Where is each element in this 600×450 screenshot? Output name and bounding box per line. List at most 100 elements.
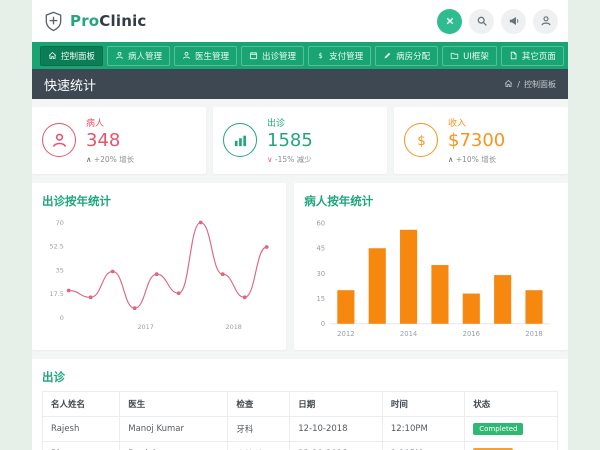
svg-text:45: 45 [317, 244, 326, 252]
stat-label: 出诊 [267, 116, 313, 129]
stat-card-0: 病人 348 ∧ +20% 增长 [32, 107, 206, 174]
svg-text:70: 70 [56, 219, 64, 227]
nav-item-4[interactable]: $ 支付管理 [308, 46, 371, 66]
fullscreen-toggle-button[interactable] [437, 9, 462, 34]
svg-text:35: 35 [56, 266, 64, 274]
line-chart: 017.53552.57020172018 [42, 213, 276, 333]
svg-text:2016: 2016 [463, 330, 480, 338]
nav-item-7[interactable]: 其它页面 [501, 46, 564, 66]
bar-chart-panel: 病人按年统计 0153045602012201420162018 [294, 183, 568, 350]
page-title-bar: 快速统计 / 控制面板 [32, 69, 568, 99]
table-cell: Riya [43, 441, 120, 450]
breadcrumb-current[interactable]: 控制面板 [524, 79, 556, 90]
brand-clinic: Clinic [99, 12, 146, 30]
dollar-circle-icon: $ [404, 123, 438, 157]
megaphone-icon [508, 15, 520, 27]
bar-chart-title: 病人按年统计 [304, 193, 558, 209]
nav-item-6[interactable]: UI框架 [442, 46, 497, 66]
trend-up-icon: ∧ [86, 155, 94, 164]
svg-text:2014: 2014 [400, 330, 417, 338]
table-cell: 12-10-2018 [290, 416, 383, 441]
nav-item-label: 病房分配 [396, 50, 430, 62]
home-icon[interactable] [504, 79, 513, 90]
search-icon [476, 15, 488, 27]
search-button[interactable] [469, 9, 494, 34]
stat-value: 348 [86, 131, 134, 151]
trend-text: +20% 增长 [94, 155, 134, 164]
app-container: ProClinic 控制面板 病人管理 医生管理 出诊管理 $ 支付管理 病房分配 UI框架 其… [32, 0, 568, 450]
person-icon [182, 51, 191, 60]
visits-table-panel: 出诊 名人姓名医生检查日期时间状态RajeshManoj Kumar牙科12-1… [32, 359, 568, 450]
nav-item-2[interactable]: 医生管理 [174, 46, 237, 66]
svg-text:15: 15 [317, 295, 326, 303]
line-chart-title: 出诊按年统计 [42, 193, 276, 209]
trend-down-icon: ∨ [267, 155, 275, 164]
nav-item-0[interactable]: 控制面板 [40, 46, 103, 66]
table-row: RajeshManoj Kumar牙科12-10-201812:10PMComp… [43, 416, 558, 441]
calendar-icon [249, 51, 258, 60]
nav-item-label: 控制面板 [61, 50, 95, 62]
svg-text:$: $ [417, 134, 426, 149]
line-chart-panel: 出诊按年统计 017.53552.57020172018 [32, 183, 286, 350]
svg-text:2012: 2012 [337, 330, 354, 338]
table-title: 出诊 [42, 369, 558, 385]
table-cell-status: Completed [465, 416, 558, 441]
column-header: 状态 [465, 391, 558, 416]
trend-text: -15% 减少 [275, 155, 312, 164]
brand-name: ProClinic [70, 12, 147, 30]
nav-item-3[interactable]: 出诊管理 [241, 46, 304, 66]
home-icon [48, 51, 57, 60]
expand-icon [444, 15, 456, 27]
table-cell: Daniel [120, 441, 228, 450]
nav-item-label: 其它页面 [522, 50, 556, 62]
stat-card-1: 出诊 1585 ∨ -15% 减少 [213, 107, 387, 174]
nav-item-label: 支付管理 [329, 50, 363, 62]
app-header: ProClinic [32, 0, 568, 42]
stat-label: 病人 [86, 116, 134, 129]
brand-pro: Pro [70, 12, 99, 30]
column-header: 名人姓名 [43, 391, 120, 416]
table-cell: 皮肤科 [228, 441, 290, 450]
table-header-row: 名人姓名医生检查日期时间状态 [43, 391, 558, 416]
column-header: 医生 [120, 391, 228, 416]
user-icon [540, 15, 552, 27]
logo[interactable]: ProClinic [42, 10, 147, 33]
svg-text:30: 30 [317, 270, 326, 278]
stat-trend: ∧ +20% 增长 [86, 154, 134, 165]
nav-item-label: 出诊管理 [262, 50, 296, 62]
bars-circle-icon [223, 123, 257, 157]
announcements-button[interactable] [501, 9, 526, 34]
svg-text:2017: 2017 [137, 323, 153, 331]
profile-button[interactable] [533, 9, 558, 34]
nav-item-5[interactable]: 病房分配 [375, 46, 438, 66]
svg-text:2018: 2018 [225, 323, 241, 331]
breadcrumb-separator: / [517, 80, 520, 89]
svg-text:$: $ [318, 51, 323, 60]
table-cell: 牙科 [228, 416, 290, 441]
nav-item-1[interactable]: 病人管理 [107, 46, 170, 66]
pencil-icon [383, 51, 392, 60]
table-cell: 1:10PM [382, 441, 464, 450]
svg-text:0: 0 [60, 314, 64, 322]
page-title: 快速统计 [44, 75, 96, 94]
breadcrumb: / 控制面板 [504, 79, 556, 90]
nav-item-label: 病人管理 [128, 50, 162, 62]
charts-row: 出诊按年统计 017.53552.57020172018 病人按年统计 0153… [32, 183, 568, 350]
person-icon [115, 51, 124, 60]
table-cell-status: Pending [465, 441, 558, 450]
main-nav: 控制面板 病人管理 医生管理 出诊管理 $ 支付管理 病房分配 UI框架 其它页面 [32, 42, 568, 69]
svg-text:2018: 2018 [526, 330, 543, 338]
person-circle-icon [42, 123, 76, 157]
breadcrumb-home-icon [504, 79, 513, 88]
dollar-icon: $ [316, 51, 325, 60]
svg-text:17.5: 17.5 [49, 290, 63, 298]
stat-value: $7300 [448, 131, 505, 151]
file-icon [509, 51, 518, 60]
nav-item-label: UI框架 [463, 50, 489, 62]
stat-card-2: $收入$7300∧ +10% 增长 [394, 107, 568, 174]
nav-item-label: 医生管理 [195, 50, 229, 62]
column-header: 检查 [228, 391, 290, 416]
stat-cards-row: 病人 348 ∧ +20% 增长 出诊 1585 ∨ -15% 减少 $收入$7300∧ +… [32, 99, 568, 174]
visits-table: 名人姓名医生检查日期时间状态RajeshManoj Kumar牙科12-10-2… [42, 391, 558, 450]
stat-value: 1585 [267, 131, 313, 151]
